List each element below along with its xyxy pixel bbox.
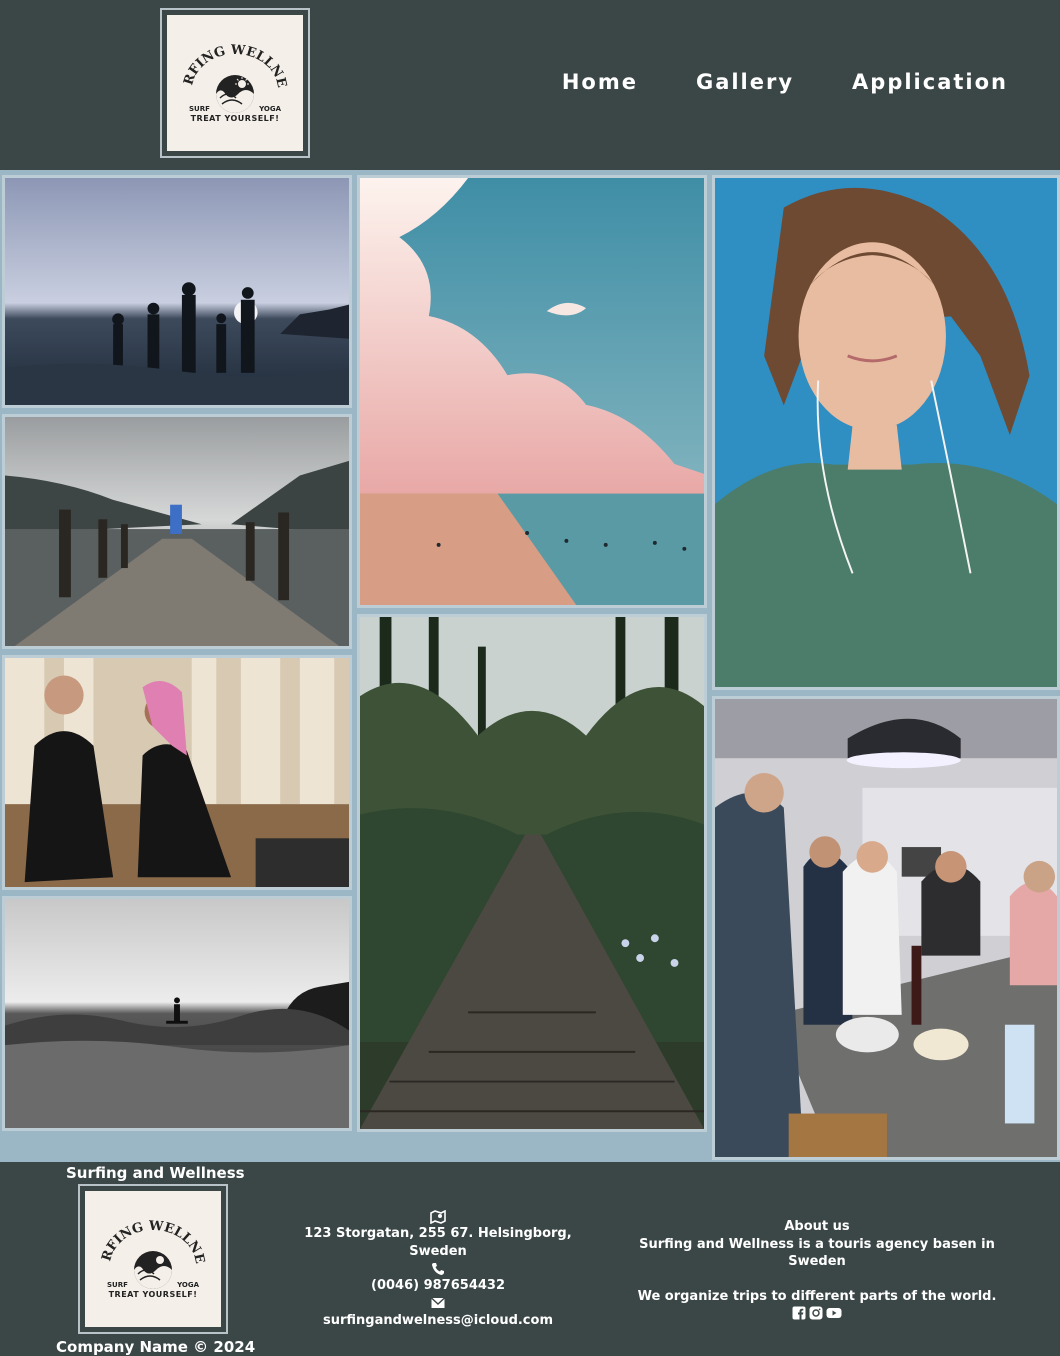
gallery-image-woman-earphones[interactable] bbox=[712, 175, 1060, 690]
instagram-icon[interactable] bbox=[809, 1306, 823, 1320]
logo-left-word: SURF bbox=[107, 1281, 128, 1289]
photo-gallery bbox=[0, 170, 1060, 1162]
gallery-image-forest-bridge[interactable] bbox=[357, 614, 707, 1132]
nav-gallery-link[interactable]: Gallery bbox=[696, 70, 794, 94]
social-links bbox=[612, 1306, 1022, 1320]
logo-emblem-icon: SURFING WELLNESS bbox=[180, 44, 289, 113]
map-icon bbox=[290, 1208, 586, 1225]
logo-tagline: TREAT YOURSELF! bbox=[108, 1289, 198, 1299]
main-nav: Home Gallery Application bbox=[562, 70, 1008, 94]
footer-brand-name: Surfing and Wellness bbox=[66, 1164, 245, 1182]
gallery-image-surfer[interactable] bbox=[2, 896, 352, 1131]
site-header: SURFING WELLNESS SURF YOGA TREAT YOURSEL… bbox=[0, 0, 1060, 170]
about-line-2: We organize trips to different parts of … bbox=[637, 1288, 997, 1304]
envelope-icon bbox=[290, 1295, 586, 1312]
footer-contact: 123 Storgatan, 255 67. Helsingborg, Swed… bbox=[290, 1208, 586, 1329]
logo-right-word: YOGA bbox=[177, 1281, 199, 1289]
nav-application-link[interactable]: Application bbox=[852, 70, 1008, 94]
footer-email[interactable]: surfingandwelness@icloud.com bbox=[290, 1312, 586, 1330]
nav-home-link[interactable]: Home bbox=[562, 70, 638, 94]
footer-about: About us Surfing and Wellness is a touri… bbox=[612, 1218, 1022, 1320]
about-title: About us bbox=[784, 1219, 850, 1234]
about-line-1: Surfing and Wellness is a touris agency … bbox=[639, 1236, 995, 1270]
logo-tagline: TREAT YOURSELF! bbox=[190, 113, 280, 123]
site-footer: Surfing and Wellness SURFING WELLNESS SU… bbox=[0, 1162, 1060, 1356]
footer-copyright: Company Name © 2024 bbox=[56, 1338, 256, 1356]
facebook-icon[interactable] bbox=[792, 1306, 806, 1320]
logo-emblem-icon: SURFING WELLNESS bbox=[98, 1220, 207, 1289]
gallery-image-kitchen-friends[interactable] bbox=[712, 696, 1060, 1160]
youtube-icon[interactable] bbox=[826, 1306, 842, 1320]
header-logo[interactable]: SURFING WELLNESS SURF YOGA TREAT YOURSEL… bbox=[160, 8, 310, 158]
gallery-image-pier[interactable] bbox=[2, 414, 352, 649]
phone-icon bbox=[290, 1260, 586, 1277]
footer-address: 123 Storgatan, 255 67. Helsingborg, Swed… bbox=[304, 1226, 572, 1259]
footer-phone[interactable]: (0046) 987654432 bbox=[290, 1277, 586, 1295]
logo-badge: SURFING WELLNESS SURF YOGA TREAT YOURSEL… bbox=[85, 1191, 221, 1327]
gallery-image-beach-jump[interactable] bbox=[2, 175, 352, 408]
logo-right-word: YOGA bbox=[259, 105, 281, 113]
footer-logo[interactable]: SURFING WELLNESS SURF YOGA TREAT YOURSEL… bbox=[78, 1184, 228, 1334]
logo-left-word: SURF bbox=[189, 105, 210, 113]
gallery-image-pink-clouds[interactable] bbox=[357, 175, 707, 608]
gallery-image-meditation[interactable] bbox=[2, 655, 352, 890]
logo-badge: SURFING WELLNESS SURF YOGA TREAT YOURSEL… bbox=[167, 15, 303, 151]
